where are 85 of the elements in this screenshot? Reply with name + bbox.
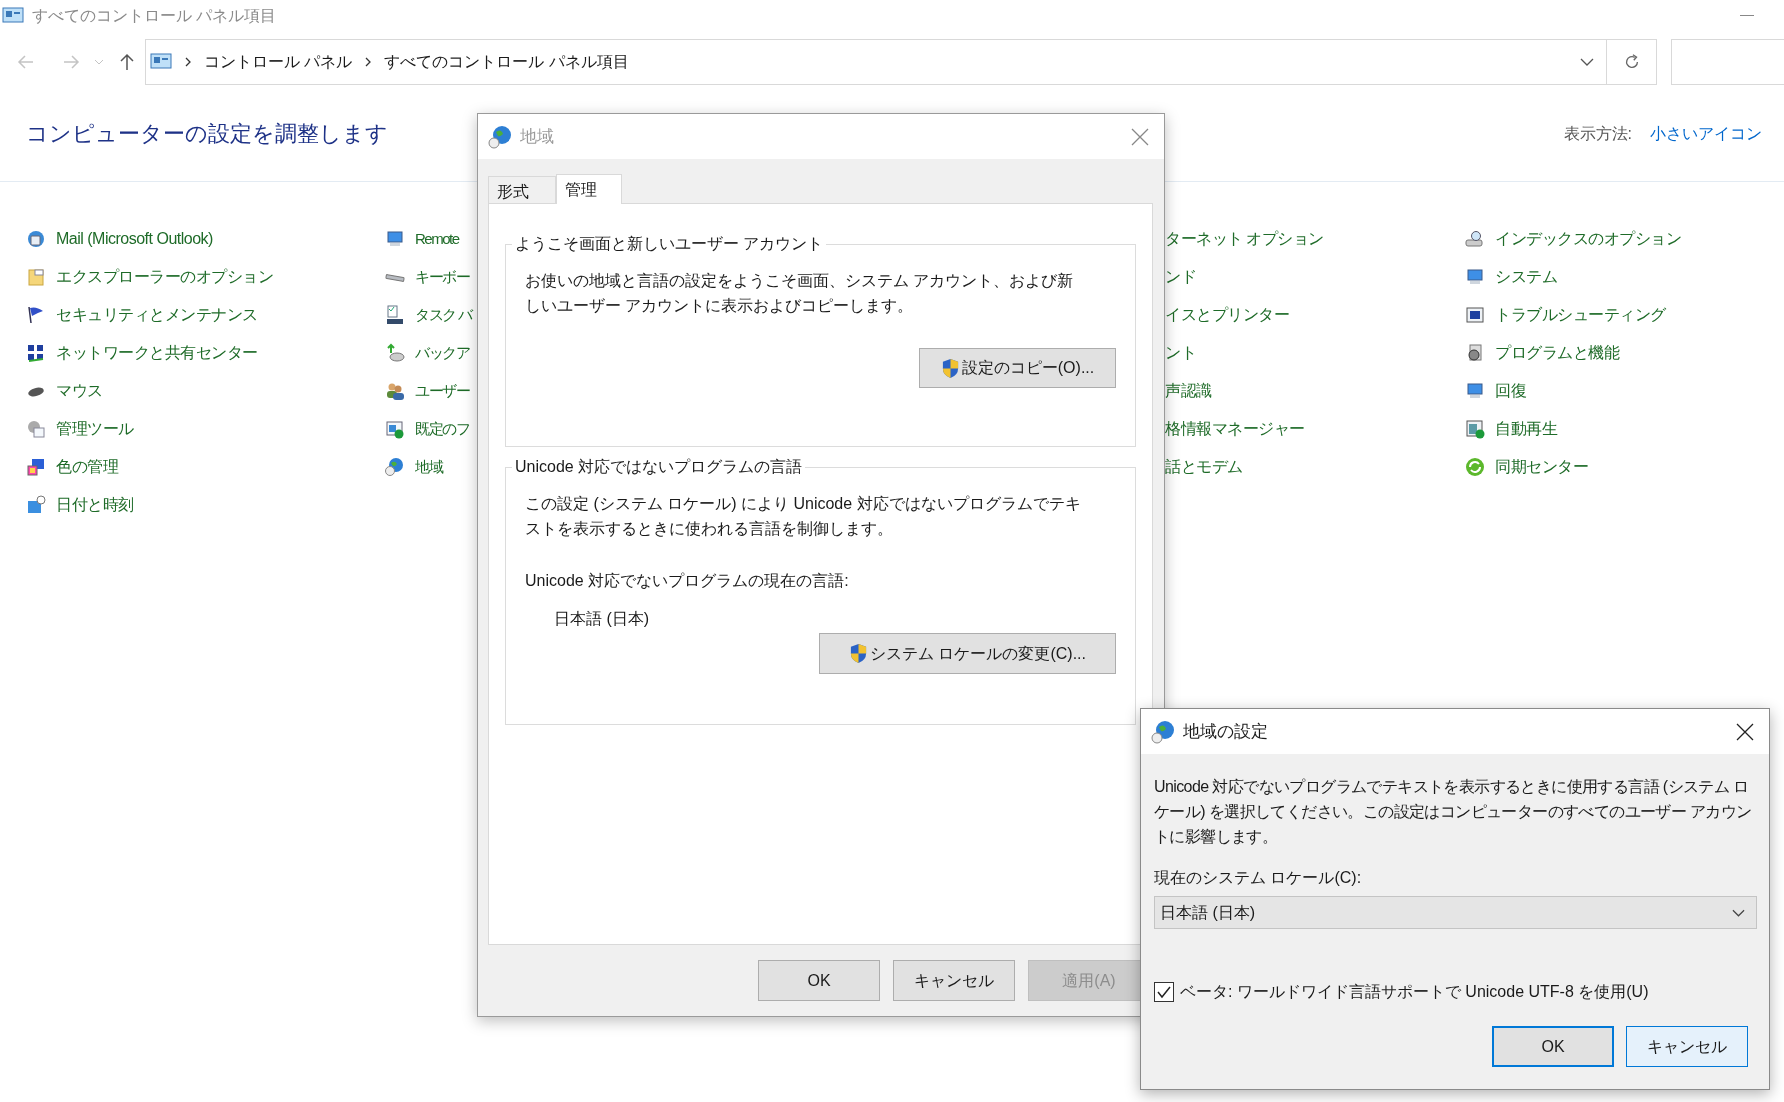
control-panel-link[interactable]: トラブルシューティング: [1495, 303, 1666, 327]
current-language-label: Unicode 対応でないプログラムの現在の言語:: [525, 571, 850, 591]
dialog-title: 地域: [520, 125, 554, 148]
control-panel-link[interactable]: 回復: [1495, 379, 1526, 403]
control-panel-link[interactable]: ターネット オプション: [1165, 227, 1324, 251]
control-panel-link[interactable]: 色の管理: [56, 455, 118, 479]
locale-dropdown[interactable]: 日本語 (日本): [1154, 896, 1757, 929]
window-icon: [1465, 305, 1485, 325]
minimize-icon[interactable]: [1740, 15, 1754, 17]
control-panel-link[interactable]: 声認識: [1165, 379, 1212, 403]
control-panel-link[interactable]: ンド: [1165, 265, 1196, 289]
globe-icon: [488, 124, 512, 149]
tab[interactable]: 形式: [488, 176, 556, 203]
view-mode-link[interactable]: 小さいアイコン: [1650, 121, 1762, 146]
view-label: 表示方法:: [1563, 123, 1632, 144]
control-panel-link[interactable]: マウス: [56, 379, 103, 403]
checkbox[interactable]: [1154, 982, 1174, 1002]
control-panel-icon: [150, 53, 172, 71]
dialog-button[interactable]: キャンセル: [893, 960, 1015, 1001]
address-bar[interactable]: コントロール パネル すべてのコントロール パネル項目: [145, 39, 1607, 85]
checklist-icon: [385, 305, 405, 325]
search-field[interactable]: [1671, 39, 1784, 85]
people-icon: [385, 381, 405, 401]
monitor-icon: [385, 229, 405, 249]
window-title: すべてのコントロール パネル項目: [32, 6, 277, 26]
monitor-icon: [1465, 381, 1485, 401]
disc-icon: [1465, 343, 1485, 363]
sync-icon: [1465, 457, 1485, 477]
chevron-down-icon[interactable]: [1580, 58, 1594, 66]
tab[interactable]: 管理: [556, 174, 622, 204]
shield-icon: [849, 643, 868, 664]
dialog-title: 地域の設定: [1183, 720, 1268, 743]
magnifier-icon: [1465, 229, 1485, 249]
checkbox-label: ベータ: ワールドワイド言語サポートで Unicode UTF-8 を使用(U): [1180, 982, 1649, 1002]
control-panel-link[interactable]: セキュリティとメンテナンス: [56, 303, 258, 327]
globe-icon: [385, 457, 405, 477]
globe-icon: [1151, 719, 1175, 744]
control-panel-link[interactable]: 格情報マネージャー: [1165, 417, 1305, 441]
breadcrumb[interactable]: コントロール パネル: [204, 50, 353, 74]
control-panel-link[interactable]: ント: [1165, 341, 1196, 365]
folder-icon: [26, 267, 46, 287]
copy-settings-button[interactable]: 設定のコピー(O)...: [919, 348, 1116, 388]
dialog-description: Unicode 対応でないプログラムでテキストを表示するときに使用する言語 (システム ロケール) を選択してください。この設定はコンピューターのすべてのユーザー アカウントに影響します。: [1154, 777, 1753, 847]
control-panel-link[interactable]: 同期センター: [1495, 455, 1588, 479]
control-panel-link[interactable]: タスク バ: [415, 303, 472, 327]
control-panel-link[interactable]: 既定のフ: [415, 417, 469, 441]
dialog-button[interactable]: OK: [758, 960, 880, 1001]
control-panel-link[interactable]: 管理ツール: [56, 417, 134, 441]
control-panel-link[interactable]: バックア: [415, 341, 469, 365]
chevron-down-icon: [1732, 908, 1745, 917]
control-panel-link[interactable]: キーボー: [415, 265, 469, 289]
group-title: ようこそ画面と新しいユーザー アカウント: [514, 234, 825, 254]
control-panel-link[interactable]: プログラムと機能: [1495, 341, 1619, 365]
control-panel-link[interactable]: 地域: [415, 455, 442, 479]
control-panel-link[interactable]: 日付と時刻: [56, 493, 134, 517]
dialog-button[interactable]: OK: [1492, 1026, 1614, 1067]
shield-icon: [940, 357, 960, 379]
change-locale-button[interactable]: システム ロケールの変更(C)...: [819, 633, 1116, 674]
control-panel-link[interactable]: Remote: [415, 227, 459, 251]
control-panel-link[interactable]: イスとプリンター: [1165, 303, 1289, 327]
control-panel-link[interactable]: システム: [1495, 265, 1557, 289]
control-panel-icon: [2, 7, 24, 25]
control-panel-link[interactable]: 自動再生: [1495, 417, 1557, 441]
group-description: お使いの地域と言語の設定をようこそ画面、システム アカウント、および新しいユーザー アカウントに表示およびコピーします。: [525, 271, 1075, 316]
window-play-icon: [1465, 419, 1485, 439]
page-heading: コンピューターの設定を調整します: [26, 120, 388, 148]
monitor-icon: [1465, 267, 1485, 287]
control-panel-link[interactable]: 話とモデム: [1165, 455, 1243, 479]
refresh-button[interactable]: [1607, 39, 1657, 85]
group-description: この設定 (システム ロケール) により Unicode 対応ではないプログラムでテキストを表示するときに使われる言語を制御します。: [525, 494, 1082, 539]
locale-label: 現在のシステム ロケール(C):: [1154, 868, 1363, 888]
window-check-icon: [385, 419, 405, 439]
dialog-button[interactable]: キャンセル: [1626, 1026, 1748, 1067]
chevron-right-icon[interactable]: [184, 56, 192, 68]
control-panel-link[interactable]: ユーザー: [415, 379, 469, 403]
control-panel-link[interactable]: ネットワークと共有センター: [56, 341, 258, 365]
breadcrumb[interactable]: すべてのコントロール パネル項目: [384, 50, 629, 74]
current-language-value: 日本語 (日本): [554, 609, 651, 629]
group-title: Unicode 対応ではないプログラムの言語: [514, 457, 804, 477]
control-panel-link[interactable]: インデックスのオプション: [1495, 227, 1681, 251]
close-icon[interactable]: [1735, 721, 1755, 742]
control-panel-link[interactable]: Mail (Microsoft Outlook): [56, 227, 213, 251]
control-panel-link[interactable]: エクスプローラーのオプション: [56, 265, 273, 289]
chevron-right-icon[interactable]: [364, 56, 373, 68]
network-icon: [26, 343, 46, 363]
